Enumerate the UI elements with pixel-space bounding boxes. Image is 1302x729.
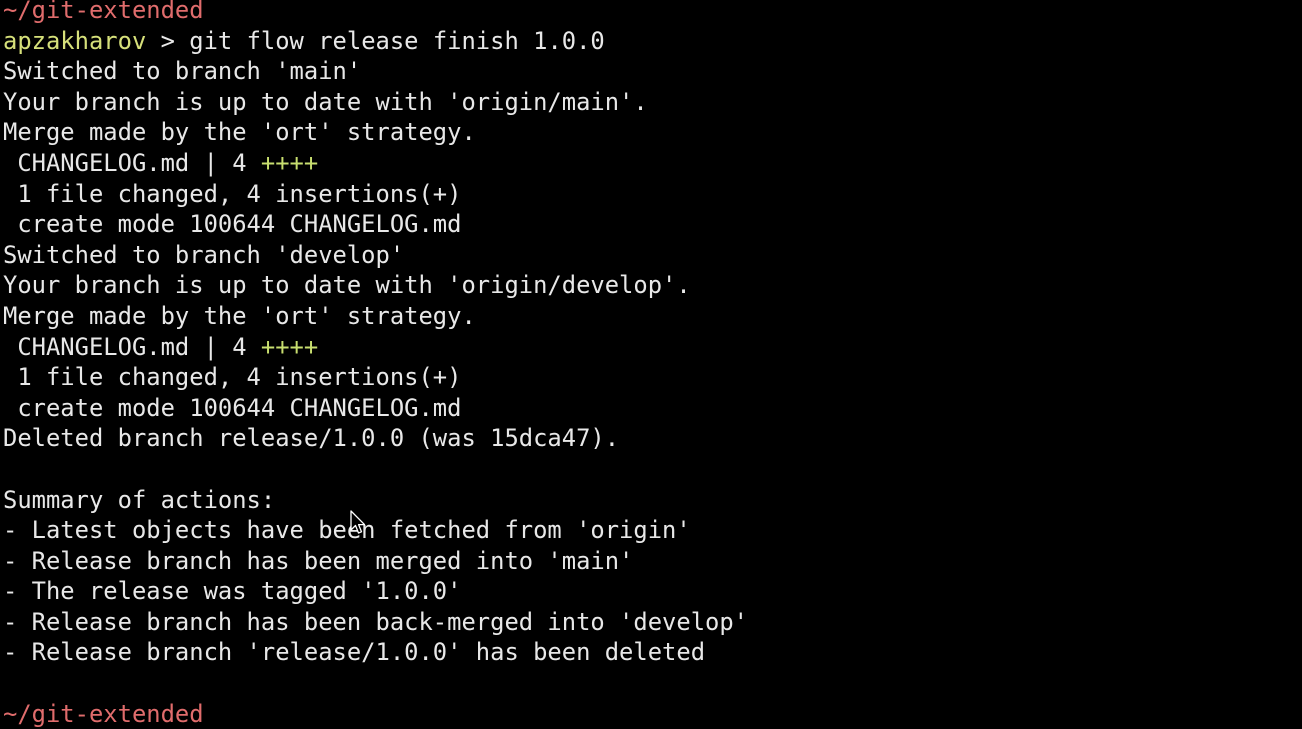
- next-prompt-line: ~/git-extended: [3, 699, 1299, 729]
- path-text: ~/git-extended: [3, 0, 204, 24]
- prompt-line: apzakharov > git flow release finish 1.0…: [3, 26, 1299, 57]
- summary-heading: Summary of actions:: [3, 485, 276, 514]
- output-line: Switched to branch 'develop': [3, 240, 405, 269]
- diffstat-insertions: ++++: [260, 148, 319, 177]
- summary-item: - Release branch has been back-merged in…: [3, 607, 749, 636]
- output-line: Your branch is up to date with 'origin/d…: [3, 271, 691, 300]
- output-line: create mode 100644 CHANGELOG.md: [3, 210, 462, 239]
- summary-item: - Release branch 'release/1.0.0' has bee…: [3, 638, 706, 667]
- summary-item: - The release was tagged '1.0.0': [3, 577, 462, 606]
- terminal-window[interactable]: ~/git-extended apzakharov > git flow rel…: [3, 0, 1299, 728]
- output-line: 1 file changed, 4 insertions(+): [3, 363, 462, 392]
- top-path-line: ~/git-extended: [3, 0, 1299, 26]
- diffstat-insertions: ++++: [260, 332, 319, 361]
- mouse-pointer-icon: [350, 510, 366, 534]
- next-path-text: ~/git-extended: [3, 699, 204, 728]
- output-line: Merge made by the 'ort' strategy.: [3, 301, 476, 330]
- output-line: CHANGELOG.md | 4 ++++: [3, 332, 1299, 363]
- output-line: Switched to branch 'main': [3, 57, 362, 86]
- diffstat-file: CHANGELOG.md | 4: [3, 148, 261, 177]
- output-line: CHANGELOG.md | 4 ++++: [3, 148, 1299, 179]
- output-line: create mode 100644 CHANGELOG.md: [3, 393, 462, 422]
- summary-item: - Latest objects have been fetched from …: [3, 516, 691, 545]
- output-line: 1 file changed, 4 insertions(+): [3, 179, 462, 208]
- prompt-symbol: >: [146, 26, 190, 55]
- command-text: git flow release finish 1.0.0: [189, 26, 605, 55]
- output-line: Your branch is up to date with 'origin/m…: [3, 87, 648, 116]
- output-line: Deleted branch release/1.0.0 (was 15dca4…: [3, 424, 620, 453]
- diffstat-file: CHANGELOG.md | 4: [3, 332, 261, 361]
- prompt-user: apzakharov: [3, 26, 147, 55]
- summary-item: - Release branch has been merged into 'm…: [3, 546, 634, 575]
- output-line: Merge made by the 'ort' strategy.: [3, 118, 476, 147]
